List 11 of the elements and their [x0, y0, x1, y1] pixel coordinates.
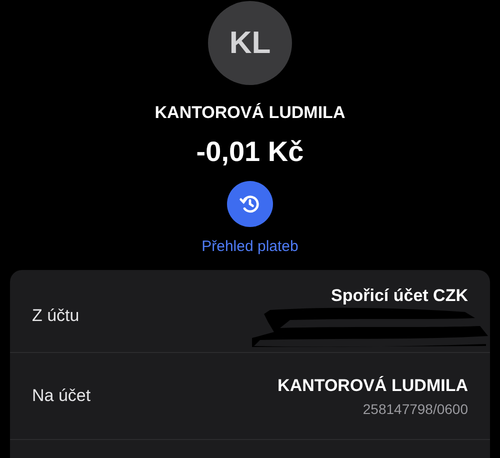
- detail-value: KANTOROVÁ LUDMILA: [278, 376, 468, 396]
- amount: -0,01 Kč: [196, 136, 304, 168]
- detail-value: Spořicí účet CZK: [331, 286, 468, 306]
- detail-label: Na účet: [32, 386, 91, 406]
- account-number: 258147798/0600: [362, 400, 468, 416]
- detail-label: Z účtu: [32, 306, 80, 326]
- history-link[interactable]: Přehled plateb: [202, 238, 298, 255]
- history-icon: [239, 193, 261, 215]
- avatar: KL: [208, 1, 292, 85]
- history-button[interactable]: [227, 181, 273, 227]
- payee-name: KANTOROVÁ LUDMILA: [154, 103, 346, 123]
